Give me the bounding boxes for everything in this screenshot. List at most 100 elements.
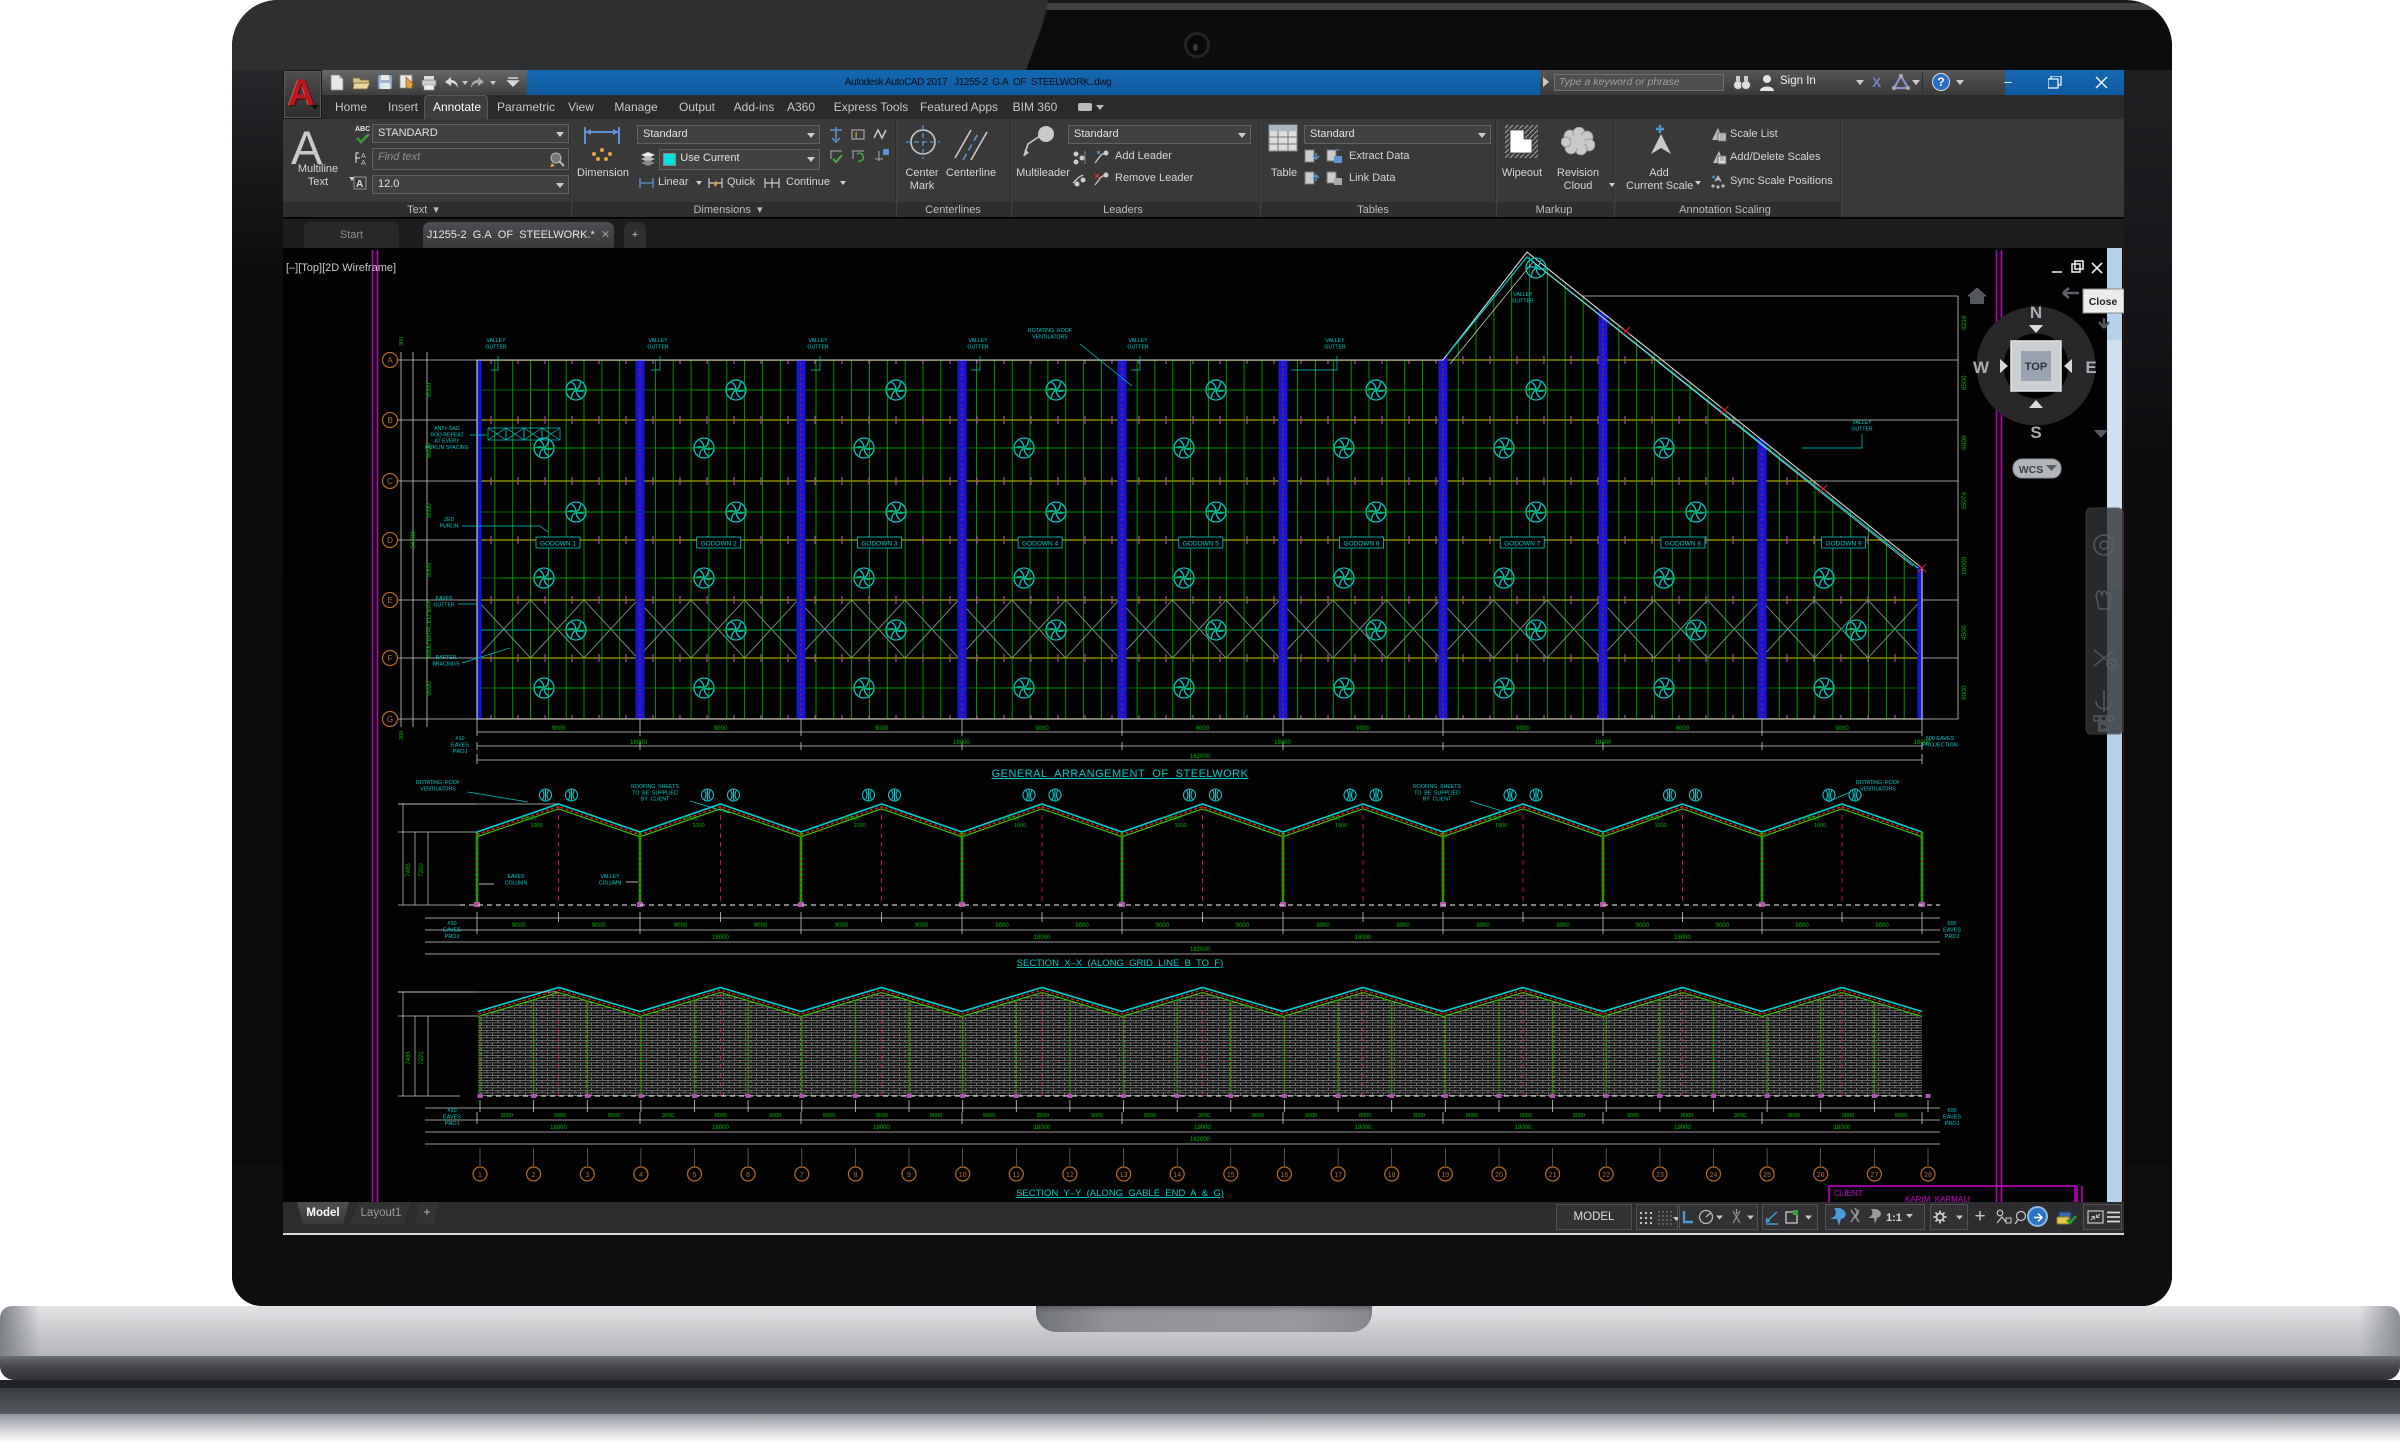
svg-text:24000: 24000 xyxy=(1485,816,1500,822)
svg-text:9000: 9000 xyxy=(1196,726,1210,732)
svg-text:8000: 8000 xyxy=(1895,1113,1907,1119)
svg-text:8: 8 xyxy=(853,1172,857,1179)
svg-text:18000: 18000 xyxy=(1834,1125,1851,1131)
svg-text:7221: 7221 xyxy=(419,1051,425,1065)
svg-text:1000: 1000 xyxy=(854,823,866,829)
svg-text:AT EVERY: AT EVERY xyxy=(434,439,460,445)
svg-text:ZED: ZED xyxy=(444,517,455,523)
svg-text:PROJ: PROJ xyxy=(445,1121,460,1127)
svg-text:9: 9 xyxy=(907,1172,911,1179)
svg-text:1000: 1000 xyxy=(1495,823,1507,829)
svg-text:ROTATING ROOF: ROTATING ROOF xyxy=(416,780,460,786)
svg-text:GODOWN 6: GODOWN 6 xyxy=(1343,541,1379,548)
svg-text:#10: #10 xyxy=(447,1108,456,1114)
svg-text:8000: 8000 xyxy=(1037,1113,1049,1119)
svg-text:9000: 9000 xyxy=(1413,1113,1425,1119)
svg-text:300: 300 xyxy=(399,731,405,740)
svg-text:9000: 9000 xyxy=(1636,923,1650,929)
svg-text:4: 4 xyxy=(639,1172,643,1179)
svg-text:20: 20 xyxy=(1495,1172,1503,1179)
svg-text:9000: 9000 xyxy=(426,382,433,397)
svg-text:18000: 18000 xyxy=(1034,1125,1051,1131)
svg-text:VALLEY: VALLEY xyxy=(600,874,620,880)
svg-text:21: 21 xyxy=(1549,1172,1557,1179)
svg-text:9000: 9000 xyxy=(754,923,768,929)
svg-text:12: 12 xyxy=(1066,1172,1074,1179)
svg-text:7485: 7485 xyxy=(406,1051,412,1065)
svg-text:24000: 24000 xyxy=(1645,816,1660,822)
svg-text:9000: 9000 xyxy=(1734,1113,1746,1119)
svg-text:9000: 9000 xyxy=(875,726,889,732)
svg-text:8000: 8000 xyxy=(823,1113,835,1119)
svg-text:COLUMN: COLUMN xyxy=(599,880,622,886)
svg-text:PROJ: PROJ xyxy=(1945,1121,1960,1127)
svg-text:GODOWN 8: GODOWN 8 xyxy=(1665,541,1701,548)
svg-text:300: 300 xyxy=(399,337,405,346)
svg-text:6218: 6218 xyxy=(1961,315,1968,330)
svg-text:A: A xyxy=(361,160,366,166)
svg-text:18000: 18000 xyxy=(630,740,647,746)
svg-text:8000: 8000 xyxy=(715,1113,727,1119)
svg-text:24000: 24000 xyxy=(1325,816,1340,822)
svg-text:18: 18 xyxy=(1388,1172,1396,1179)
svg-text:9000: 9000 xyxy=(1476,923,1490,929)
svg-text:6000: 6000 xyxy=(1961,435,1968,450)
svg-text:F: F xyxy=(388,654,393,663)
svg-text:9000: 9000 xyxy=(662,1113,674,1119)
svg-text:24000: 24000 xyxy=(1165,816,1180,822)
svg-text:VALLEY: VALLEY xyxy=(1325,338,1345,344)
svg-text:TOP: TOP xyxy=(2025,361,2047,373)
svg-text:9000: 9000 xyxy=(1396,923,1410,929)
svg-text:9000: 9000 xyxy=(552,726,566,732)
svg-text:3: 3 xyxy=(585,1172,589,1179)
svg-text:9000: 9000 xyxy=(915,923,929,929)
svg-text:C: C xyxy=(387,477,393,486)
svg-text:EAVES: EAVES xyxy=(451,743,469,749)
svg-text:VALLEY: VALLEY xyxy=(808,338,828,344)
svg-text:11: 11 xyxy=(1013,1172,1020,1179)
svg-text:23: 23 xyxy=(1656,1172,1664,1179)
svg-text:9000: 9000 xyxy=(1520,1113,1532,1119)
svg-text:16000: 16000 xyxy=(1961,557,1968,575)
svg-text:CLIENT:: CLIENT: xyxy=(1834,1189,1864,1198)
svg-text:SECTION X–X (ALONG GRID LI: SECTION X–X (ALONG GRID LINE B TO F) xyxy=(1017,958,1224,969)
svg-text:BY CLIENT: BY CLIENT xyxy=(641,797,670,803)
svg-text:17: 17 xyxy=(1334,1172,1342,1179)
svg-text:18000: 18000 xyxy=(873,1125,890,1131)
svg-text:VENTILATORS: VENTILATORS xyxy=(1860,786,1896,792)
svg-text:9000: 9000 xyxy=(554,1113,566,1119)
svg-text:9000: 9000 xyxy=(1091,1113,1103,1119)
svg-text:9000: 9000 xyxy=(512,923,526,929)
svg-text:GUTTER: GUTTER xyxy=(485,344,507,350)
svg-text:I: I xyxy=(855,131,857,140)
svg-text:VENTILATORS: VENTILATORS xyxy=(1032,334,1068,340)
svg-text:9000: 9000 xyxy=(1676,726,1690,732)
svg-text:A: A xyxy=(356,179,363,190)
svg-text:ROTATING ROOF: ROTATING ROOF xyxy=(1856,780,1900,786)
svg-text:18000: 18000 xyxy=(1674,1125,1691,1131)
svg-text:ROOFING SHEETS: ROOFING SHEETS xyxy=(631,784,679,790)
svg-text:8000: 8000 xyxy=(1144,1113,1156,1119)
svg-text:18000: 18000 xyxy=(712,935,729,941)
svg-text:5000: 5000 xyxy=(426,562,433,577)
svg-text:EAVES: EAVES xyxy=(443,928,461,934)
svg-text:18000: 18000 xyxy=(1355,935,1372,941)
svg-text:9000: 9000 xyxy=(592,923,606,929)
svg-text:7485: 7485 xyxy=(406,863,412,877)
svg-text:ROOFING SHEETS: ROOFING SHEETS xyxy=(1413,784,1461,790)
svg-text:1000: 1000 xyxy=(693,823,705,829)
svg-text:9000: 9000 xyxy=(1842,1113,1854,1119)
svg-text:#10: #10 xyxy=(447,921,456,927)
svg-text:8500: 8500 xyxy=(1961,375,1968,390)
svg-text:8000: 8000 xyxy=(426,503,433,518)
svg-text:GODOWN 2: GODOWN 2 xyxy=(701,541,737,548)
svg-text:600: 600 xyxy=(1947,1108,1956,1114)
svg-text:35074: 35074 xyxy=(1961,492,1968,510)
svg-text:9000: 9000 xyxy=(426,681,433,696)
svg-text:KARIM KARMALI: KARIM KARMALI xyxy=(1905,1195,1970,1202)
svg-text:EAVES: EAVES xyxy=(443,1115,461,1121)
svg-text:GUTTER: GUTTER xyxy=(807,344,829,350)
svg-text:1:1: 1:1 xyxy=(1886,1212,1902,1224)
svg-text:RAFTER: RAFTER xyxy=(436,655,457,661)
svg-text:8000: 8000 xyxy=(930,1113,942,1119)
